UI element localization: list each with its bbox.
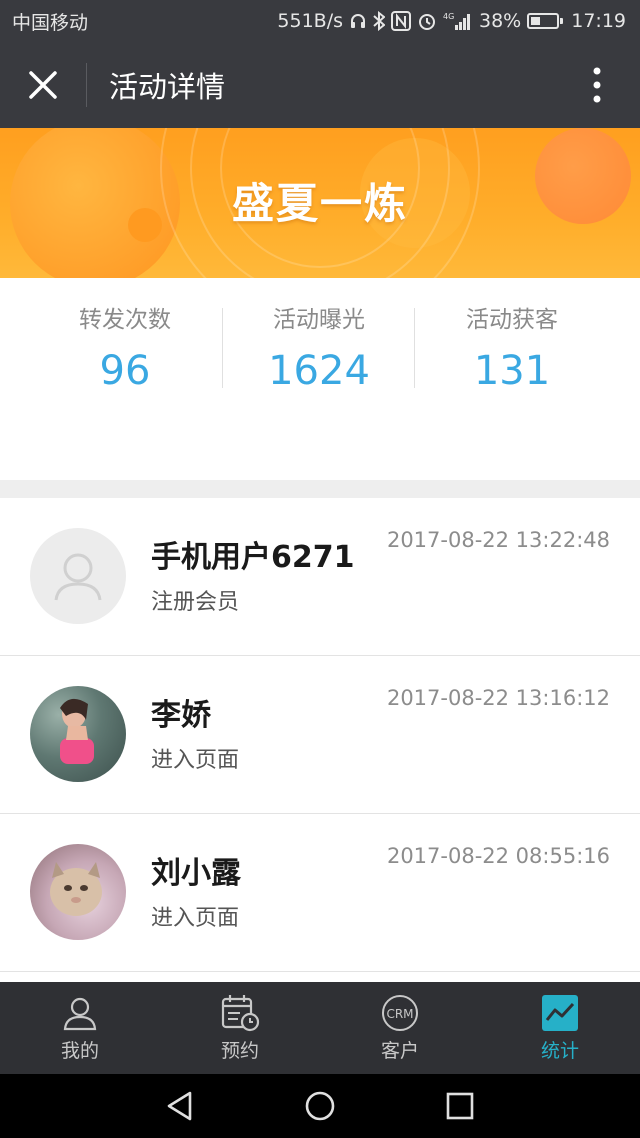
stat-value: 96 [99, 348, 151, 394]
stat-label: 转发次数 [79, 307, 171, 333]
stat-shares: 转发次数 96 [30, 300, 220, 394]
visitor-action: 注册会员 [151, 590, 240, 615]
nav-bar: 活动详情 [0, 42, 640, 128]
svg-text:4G: 4G [443, 12, 454, 21]
activity-title: 盛夏一炼 [231, 179, 408, 228]
stat-divider [414, 308, 415, 388]
stat-divider [222, 308, 223, 388]
recents-button[interactable] [440, 1086, 480, 1126]
more-button[interactable] [554, 42, 640, 128]
battery-percent: 38% [479, 10, 522, 32]
activity-banner: 盛夏一炼 [0, 128, 640, 278]
nav-divider [86, 63, 87, 107]
chart-icon [540, 993, 580, 1033]
back-triangle-icon [167, 1091, 192, 1121]
visitor-action: 进入页面 [151, 748, 240, 773]
visitor-list: 手机用户6271 注册会员 2017-08-22 13:22:48 李娇 进入页… [0, 498, 640, 972]
tab-label: 预约 [220, 1040, 259, 1062]
list-item[interactable]: 刘小露 进入页面 2017-08-22 08:55:16 [0, 814, 640, 972]
stat-value: 1624 [268, 348, 370, 394]
battery-icon [527, 13, 564, 29]
carrier-label: 中国移动 [12, 11, 89, 34]
tab-customers[interactable]: CRM 客户 [320, 982, 480, 1074]
alarm-icon [417, 10, 437, 32]
page-title: 活动详情 [109, 70, 226, 104]
stat-value: 131 [473, 348, 551, 394]
visitor-name: 刘小露 [151, 856, 241, 891]
default-avatar-icon [30, 528, 126, 624]
visitor-action: 进入页面 [151, 906, 240, 931]
stat-customers: 活动获客 131 [417, 300, 607, 394]
back-button[interactable] [160, 1086, 200, 1126]
tab-mine[interactable]: 我的 [0, 982, 160, 1074]
section-gap [0, 480, 640, 498]
clock: 17:19 [571, 10, 626, 32]
visitor-name: 李娇 [151, 698, 211, 733]
visitor-time: 2017-08-22 08:55:16 [386, 844, 610, 868]
tab-booking[interactable]: 预约 [160, 982, 320, 1074]
stat-label: 活动获客 [466, 307, 558, 333]
signal-icon: 4G [443, 10, 473, 32]
status-bar: 中国移动 551B/s 4G 38% 17:19 [0, 0, 640, 42]
recents-square-icon [446, 1092, 474, 1120]
stats-panel: 转发次数 96 活动曝光 1624 活动获客 131 [0, 278, 640, 480]
tab-label: 统计 [540, 1040, 579, 1062]
close-button[interactable] [0, 42, 86, 128]
tab-bar: 我的 预约 CRM 客户 统计 [0, 982, 640, 1074]
close-icon [29, 71, 57, 99]
visitor-time: 2017-08-22 13:22:48 [386, 528, 610, 552]
network-speed: 551B/s [277, 10, 343, 32]
person-icon [60, 993, 100, 1033]
more-vertical-icon [593, 67, 601, 103]
list-item[interactable]: 手机用户6271 注册会员 2017-08-22 13:22:48 [0, 498, 640, 656]
bluetooth-icon [373, 10, 385, 32]
tab-label: 客户 [380, 1040, 419, 1062]
visitor-time: 2017-08-22 13:16:12 [386, 686, 610, 710]
tab-statistics[interactable]: 统计 [480, 982, 640, 1074]
home-button[interactable] [300, 1086, 340, 1126]
status-indicators: 551B/s 4G 38% 17:19 [277, 10, 626, 32]
nfc-icon [391, 10, 411, 32]
stat-exposure: 活动曝光 1624 [224, 300, 414, 394]
visitor-name: 手机用户6271 [151, 540, 355, 575]
calendar-clock-icon [220, 993, 260, 1033]
avatar [30, 844, 126, 940]
list-item[interactable]: 李娇 进入页面 2017-08-22 13:16:12 [0, 656, 640, 814]
headset-icon [349, 10, 367, 32]
tab-label: 我的 [60, 1040, 99, 1062]
avatar [30, 686, 126, 782]
home-circle-icon [305, 1091, 335, 1121]
svg-text:CRM: CRM [386, 1007, 413, 1021]
page: 中国移动 551B/s 4G 38% 17:19 活动详情 盛夏一炼 转发次数 … [0, 0, 640, 1138]
stat-label: 活动曝光 [273, 307, 365, 333]
system-nav-bar [0, 1074, 640, 1138]
crm-icon: CRM [380, 993, 420, 1033]
